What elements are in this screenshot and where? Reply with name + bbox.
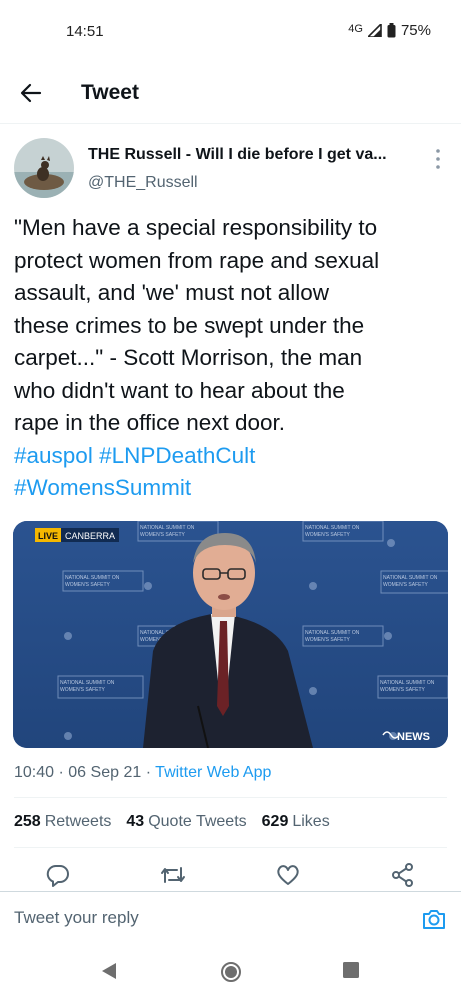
nav-back-icon[interactable]	[100, 961, 118, 981]
reply-bar	[0, 891, 461, 947]
video-frame: NATIONAL SUMMIT ON WOMEN'S SAFETY NATION…	[13, 521, 448, 748]
tweet-time: 10:40	[14, 764, 55, 781]
app-header: Tweet	[0, 62, 461, 124]
tweet-actions	[0, 858, 461, 892]
signal-icon	[367, 24, 382, 37]
hashtag-auspol[interactable]: #auspol	[14, 443, 93, 468]
location-label: CANBERRA	[65, 531, 115, 541]
tweet-meta: 10:40 · 06 Sep 21 · Twitter Web App	[14, 764, 271, 782]
tweet-date: 06 Sep 21	[68, 764, 142, 781]
divider	[14, 797, 447, 798]
tweet-line: rape in the office next door.	[14, 410, 286, 435]
banner-text: NATIONAL SUMMIT ON	[60, 680, 115, 686]
likes-stat[interactable]: 629 Likes	[262, 813, 330, 831]
battery-icon	[387, 23, 396, 38]
banner-text: WOMEN'S SAFETY	[305, 637, 351, 643]
hashtag-line: #auspol #LNPDeathCult	[14, 440, 450, 473]
like-icon[interactable]	[275, 862, 301, 888]
battery-percent: 75%	[400, 22, 431, 39]
reply-icon[interactable]	[45, 862, 71, 888]
meta-separator: ·	[145, 764, 152, 781]
retweet-icon[interactable]	[160, 862, 186, 888]
camera-icon[interactable]	[421, 906, 447, 932]
banner-text: NATIONAL SUMMIT ON	[380, 680, 435, 686]
tweet-line: who didn't want to hear about the	[14, 377, 345, 403]
banner-text: WOMEN'S SAFETY	[380, 687, 426, 693]
banner-text: NATIONAL SUMMIT ON	[65, 575, 120, 581]
quote-tweets-stat[interactable]: 43 Quote Tweets	[126, 813, 246, 831]
nav-recents-icon[interactable]	[342, 961, 360, 979]
hashtag-line: #WomensSummit	[14, 472, 450, 505]
status-bar: 14:51 4G 75%	[0, 0, 461, 62]
retweets-count: 258	[14, 813, 41, 830]
tweet-stats: 258 Retweets 43 Quote Tweets 629 Likes	[14, 813, 330, 831]
divider	[14, 847, 447, 848]
tweet-line: these crimes to be swept under the	[14, 312, 365, 338]
avatar[interactable]	[14, 138, 74, 198]
quotes-label: Quote Tweets	[148, 813, 247, 830]
more-vertical-icon[interactable]	[435, 148, 441, 170]
banner-text: WOMEN'S SAFETY	[65, 582, 111, 588]
banner-text: WOMEN'S SAFETY	[305, 532, 351, 538]
quotes-count: 43	[126, 813, 145, 830]
tweet-line: protect women from rape and sexual	[14, 247, 380, 273]
meta-separator: ·	[58, 764, 64, 781]
share-icon[interactable]	[390, 862, 416, 888]
tweet-source-link[interactable]: Twitter Web App	[155, 764, 271, 781]
page-title: Tweet	[81, 81, 139, 104]
nav-home-icon[interactable]	[220, 961, 242, 983]
likes-label: Likes	[292, 813, 330, 830]
live-badge-label: LIVE	[38, 531, 58, 541]
banner-text: NATIONAL SUMMIT ON	[305, 630, 360, 636]
banner-text: WOMEN'S SAFETY	[60, 687, 106, 693]
tweet-author: THE Russell - Will I die before I get va…	[0, 130, 461, 200]
hashtag-womenssummit[interactable]: #WomensSummit	[14, 475, 191, 500]
broadcaster-label: NEWS	[397, 731, 430, 743]
tweet-media[interactable]: NATIONAL SUMMIT ON WOMEN'S SAFETY NATION…	[13, 521, 448, 748]
system-nav-bar	[0, 947, 461, 1000]
status-indicators: 4G 75%	[348, 22, 431, 39]
reply-input[interactable]	[14, 908, 374, 928]
tweet-line: "Men have a special responsibility to	[14, 215, 378, 240]
author-name[interactable]: THE Russell - Will I die before I get va…	[88, 146, 418, 164]
banner-text: WOMEN'S SAFETY	[140, 532, 186, 538]
status-time: 14:51	[66, 23, 104, 40]
network-label: 4G	[348, 22, 363, 35]
banner-text: NATIONAL SUMMIT ON	[140, 525, 195, 531]
banner-text: WOMEN'S SAFETY	[383, 582, 429, 588]
likes-count: 629	[261, 813, 289, 830]
author-handle[interactable]: @THE_Russell	[88, 174, 198, 192]
retweets-label: Retweets	[44, 813, 112, 830]
tweet-text: "Men have a special responsibility to pr…	[14, 212, 450, 505]
hashtag-lnpdeathcult[interactable]: #LNPDeathCult	[99, 443, 255, 468]
tweet-line: carpet..." - Scott Morrison, the man	[14, 345, 363, 370]
arrow-left-icon[interactable]	[18, 80, 44, 106]
retweets-stat[interactable]: 258 Retweets	[14, 813, 111, 831]
banner-text: NATIONAL SUMMIT ON	[383, 575, 438, 581]
banner-text: NATIONAL SUMMIT ON	[305, 525, 360, 531]
tweet-line: assault, and 'we' must not allow	[14, 280, 329, 305]
